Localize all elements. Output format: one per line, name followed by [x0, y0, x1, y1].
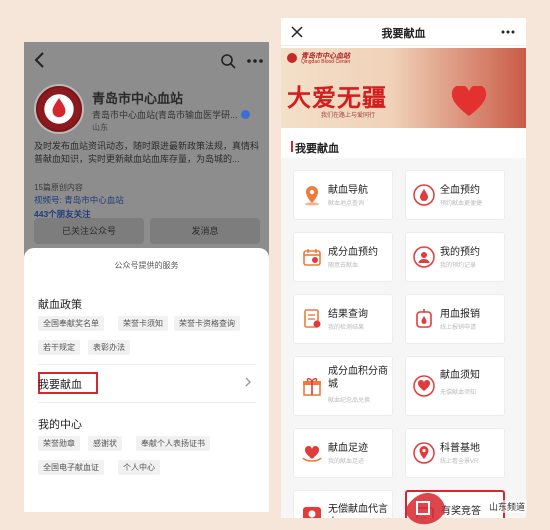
card-subtitle: 预约献血更便捷 [440, 201, 483, 207]
heart-hand-icon [413, 375, 435, 397]
card-subtitle: 线上看全景VR [440, 459, 479, 465]
screenshot-frame: 青岛市中心血站 青岛市中心血站(青岛市输血医学研... 山东 及时发布血站资讯动… [0, 0, 550, 530]
card-points-mall[interactable]: 成分血积分商城 献血纪念品兑换 [293, 356, 393, 416]
video-account-link[interactable]: 视频号: 青岛市中心血站 [34, 194, 124, 206]
heart-hands-icon [451, 86, 487, 116]
chip-honor-card-query[interactable]: 荣誉卡资格查询 [174, 316, 240, 331]
card-donation-footprint[interactable]: 献血足迹 我的献血足迹 [293, 428, 393, 478]
card-title: 献血足迹 [328, 443, 368, 454]
card-title: 结果查询 [328, 309, 368, 320]
card-title: 我的预约 [440, 247, 480, 258]
chip-dedication-certificate[interactable]: 奉献个人表扬证书 [136, 436, 210, 451]
services-grid: 献血导航 献血地点查询 全血预约 预约献血更便捷 成分血预约 随意去献血 我的预… [281, 158, 526, 518]
divider [38, 364, 256, 365]
section-title-policy: 献血政策 [38, 299, 82, 311]
account-name: 青岛市中心血站 [92, 91, 184, 106]
section-title-donate: 我要献血 [295, 143, 339, 155]
verified-badge-icon [240, 110, 250, 119]
account-profile-panel: 青岛市中心血站 青岛市中心血站(青岛市输血医学研... 山东 及时发布血站资讯动… [24, 42, 269, 512]
card-my-appointments[interactable]: 我的预约 我的预约记录 [405, 232, 505, 282]
account-region: 山东 [92, 123, 108, 132]
chevron-right-icon [245, 377, 251, 387]
card-subtitle: 线上报销申请 [440, 325, 477, 331]
account-description: 及时发布血站资讯动态，随时跟进最新政策法规，真情科普献血知识，实时更新献血站血库… [34, 141, 260, 164]
card-title: 科普基地 [440, 443, 480, 454]
card-title: 无偿献血代言人 [328, 504, 388, 518]
map-pin-icon [305, 186, 319, 206]
donate-blood-page: 我要献血 青岛市中心血站 Qingdao Blood Center 大爱无疆 我… [281, 18, 526, 518]
menu-item-donate-blood[interactable]: 我要献血 [38, 376, 82, 392]
top-bar [24, 42, 269, 80]
account-organization-text: 青岛市中心血站(青岛市输血医学研... [92, 110, 238, 120]
chip-electronic-certificate[interactable]: 全国电子献血证 [38, 460, 104, 475]
banner-headline: 大爱无疆 [287, 85, 387, 112]
search-icon[interactable] [220, 53, 236, 69]
chip-commendation-rules[interactable]: 表彰办法 [88, 340, 130, 355]
chip-personal-center[interactable]: 个人中心 [118, 460, 160, 475]
blood-bag-icon [416, 309, 432, 328]
blood-drop-icon [413, 184, 435, 206]
chip-honor-medal[interactable]: 荣誉勋章 [38, 436, 80, 451]
original-content-count: 15篇原创内容 [34, 183, 83, 192]
banner-slogan: 我们在路上与爱同行 [321, 113, 376, 119]
card-subtitle: 无偿献血须知 [440, 390, 477, 396]
back-arrow-icon[interactable] [32, 51, 48, 69]
account-avatar [34, 84, 84, 134]
card-result-query[interactable]: 结果查询 我的检测结果 [293, 294, 393, 344]
avatar-icon [303, 507, 321, 518]
card-title: 成分血预约 [328, 247, 378, 258]
card-subtitle: 我的预约记录 [440, 263, 477, 269]
card-title: 用血报销 [440, 309, 480, 320]
followed-button[interactable]: 已关注公众号 [34, 218, 144, 244]
document-icon [304, 309, 321, 328]
card-subtitle: 献血纪念品兑换 [328, 398, 371, 404]
page-title: 我要献血 [381, 28, 426, 40]
location-icon [413, 442, 435, 464]
card-subtitle: 我的献血足迹 [328, 459, 365, 465]
card-subtitle: 我的检测结果 [328, 325, 365, 331]
more-icon[interactable] [246, 58, 264, 64]
card-title: 全血预约 [440, 185, 480, 196]
card-subtitle: 随意去献血 [328, 263, 359, 269]
section-title-my-center: 我的中心 [38, 419, 82, 431]
watermark-caption: 山东频道 [487, 500, 528, 513]
services-sheet: 公众号提供的服务 献血政策 全国奉献奖名单 荣誉卡须知 荣誉卡资格查询 若干规定… [24, 248, 269, 512]
card-subtitle: 献血地点查询 [328, 201, 365, 207]
chip-honor-card-notice[interactable]: 荣誉卡须知 [118, 316, 168, 331]
person-icon [413, 246, 435, 268]
card-title: 成分血积分商城 [328, 366, 388, 390]
card-blood-reimbursement[interactable]: 用血报销 线上报销申请 [405, 294, 505, 344]
calendar-icon [303, 249, 321, 266]
card-title: 献血导航 [328, 185, 368, 196]
chip-regulations[interactable]: 若干规定 [38, 340, 80, 355]
card-component-blood-appointment[interactable]: 成分血预约 随意去献血 [293, 232, 393, 282]
blood-center-logo-icon [287, 53, 297, 63]
divider [38, 402, 256, 403]
heart-hands-icon [302, 445, 322, 462]
account-organization: 青岛市中心血站(青岛市输血医学研... [92, 108, 250, 121]
card-whole-blood-appointment[interactable]: 全血预约 预约献血更便捷 [405, 170, 505, 220]
more-icon[interactable] [501, 30, 515, 34]
banner-org-english: Qingdao Blood Center [301, 59, 351, 65]
section-accent-bar [291, 141, 293, 152]
card-donation-navigation[interactable]: 献血导航 献血地点查询 [293, 170, 393, 220]
promo-banner[interactable]: 青岛市中心血站 Qingdao Blood Center 大爱无疆 我们在路上与… [281, 48, 526, 128]
gift-icon [303, 378, 321, 396]
card-donation-notice[interactable]: 献血须知 无偿献血须知 [405, 356, 505, 416]
page-header: 我要献血 [281, 18, 526, 46]
blood-center-logo-icon [37, 87, 81, 131]
card-ambassador[interactable]: 无偿献血代言人 [293, 490, 393, 518]
send-message-button[interactable]: 发消息 [150, 218, 260, 244]
sheet-title: 公众号提供的服务 [114, 261, 179, 270]
chip-national-award-list[interactable]: 全国奉献奖名单 [38, 316, 104, 331]
card-title: 献血须知 [440, 370, 480, 381]
chip-thank-you-letter[interactable]: 感谢状 [88, 436, 122, 451]
card-science-base[interactable]: 科普基地 线上看全景VR [405, 428, 505, 478]
